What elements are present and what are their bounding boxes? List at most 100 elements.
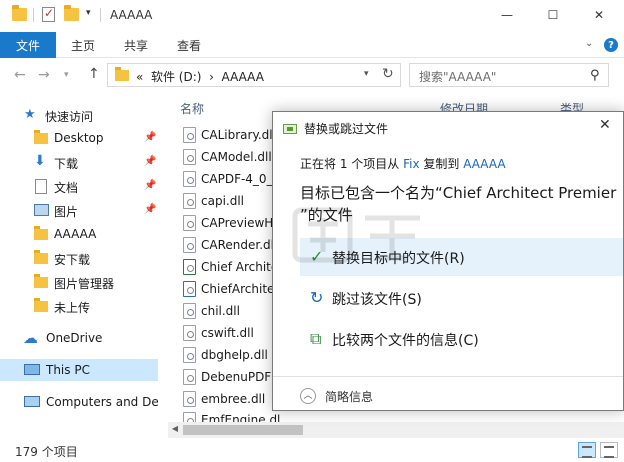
refresh-icon[interactable]: ↻ — [382, 66, 394, 82]
sidebar-item-pictures[interactable]: 图片 📌 — [0, 199, 158, 221]
copy-text: 正在将 1 个项目从 — [300, 157, 404, 171]
sidebar-item-onedrive[interactable]: ☁ OneDrive — [0, 327, 158, 349]
star-icon: ★ — [24, 107, 36, 122]
folder-icon — [34, 274, 48, 288]
check-icon: ✓ — [310, 247, 324, 266]
qat-dropdown-icon[interactable]: ▾ — [86, 8, 91, 18]
dll-file-icon — [183, 303, 196, 319]
tab-file[interactable]: 文件 — [0, 32, 56, 58]
sidebar-item-label: 快速访问 — [45, 110, 94, 124]
pin-icon[interactable]: 📌 — [144, 132, 156, 143]
breadcrumb-folder[interactable]: AAAAA — [222, 70, 264, 84]
file-name: capi.dll — [201, 194, 245, 208]
maximize-button[interactable]: ☐ — [530, 0, 576, 30]
pin-icon[interactable]: 📌 — [144, 180, 156, 191]
replace-file-option[interactable]: ✓ 替换目标中的文件(R) — [300, 238, 623, 276]
minimize-button[interactable]: — — [484, 0, 530, 30]
compare-files-option[interactable]: ⧉ 比较两个文件的信息(C) — [300, 320, 623, 358]
dll-file-icon — [183, 171, 196, 187]
skip-file-option[interactable]: ↻ 跳过该文件(S) — [300, 279, 623, 317]
replace-or-skip-dialog: 替换或跳过文件 ✕ 正在将 1 个项目从 Fix 复制到 AAAAA 目标已包含… — [272, 111, 624, 411]
folder-icon — [12, 5, 27, 21]
address-dropdown-icon[interactable]: ▾ — [364, 69, 369, 79]
compare-icon: ⧉ — [310, 329, 322, 348]
new-folder-icon[interactable] — [64, 5, 79, 21]
folder-icon — [34, 250, 48, 264]
chevron-up-icon[interactable]: ︿ — [300, 388, 316, 404]
cloud-icon: ☁ — [23, 329, 38, 347]
sidebar-item-downloads[interactable]: ⬇ 下载 📌 — [0, 151, 158, 173]
dll-file-icon — [183, 149, 196, 165]
destination-folder-link[interactable]: AAAAA — [463, 157, 505, 171]
properties-icon[interactable] — [42, 6, 55, 22]
computer-icon — [24, 364, 40, 375]
ribbon-expand-icon[interactable]: ⌄ — [585, 38, 593, 49]
tab-share[interactable]: 共享 — [124, 37, 148, 54]
pin-icon[interactable]: 📌 — [144, 204, 156, 215]
recent-locations-icon[interactable]: ▾ — [64, 70, 69, 80]
file-name: CAPDF-4_0_0 — [201, 172, 281, 186]
breadcrumb-separator[interactable]: › — [209, 70, 214, 84]
breadcrumb-drive[interactable]: 软件 (D:) — [151, 70, 201, 84]
folder-icon — [34, 130, 48, 144]
file-name: CALibrary.dll — [201, 128, 276, 142]
status-bar: 179 个项目 — [0, 438, 624, 462]
sidebar-item-desktop[interactable]: Desktop 📌 — [0, 127, 158, 149]
qat-separator — [100, 8, 101, 22]
back-arrow-icon[interactable]: ← — [14, 67, 26, 83]
skip-icon: ↻ — [310, 288, 324, 307]
sidebar-item-quick-access[interactable]: ★ 快速访问 — [0, 104, 158, 126]
column-header-name[interactable]: 名称 — [180, 100, 204, 117]
horizontal-scrollbar[interactable]: ◀ — [168, 422, 624, 438]
item-count: 179 个项目 — [15, 445, 78, 459]
source-folder-link[interactable]: Fix — [403, 157, 419, 171]
option-label: 替换目标中的文件(R) — [332, 251, 465, 267]
dialog-close-button[interactable]: ✕ — [599, 117, 611, 133]
less-details-button[interactable]: 简略信息 — [325, 388, 373, 405]
tab-home[interactable]: 主页 — [71, 37, 95, 54]
picture-icon — [34, 204, 49, 216]
help-icon[interactable]: ? — [604, 38, 618, 52]
pin-icon[interactable]: 📌 — [144, 156, 156, 167]
sidebar-item-network[interactable]: Computers and Dev — [0, 391, 158, 413]
up-arrow-icon[interactable]: ↑ — [88, 66, 100, 82]
scrollbar-thumb[interactable] — [183, 425, 303, 435]
dialog-heading-continued: ”的文件 — [300, 206, 353, 224]
sidebar-item-label: 图片 — [54, 205, 79, 219]
document-icon — [35, 179, 47, 194]
file-name: DebenuPDFL — [201, 370, 278, 384]
folder-icon — [34, 298, 48, 312]
window-title: AAAAA — [110, 8, 153, 22]
dll-file-icon — [183, 391, 196, 407]
sidebar-item-this-pc[interactable]: This PC — [0, 359, 158, 381]
file-name: CAPreviewHa — [201, 216, 281, 230]
tab-view[interactable]: 查看 — [177, 37, 201, 54]
sidebar-item-anxz[interactable]: 安下载 — [0, 247, 158, 269]
dll-file-icon — [183, 127, 196, 143]
sidebar-item-not-uploaded[interactable]: 未上传 — [0, 295, 158, 317]
search-icon: ⚲ — [590, 68, 600, 83]
details-view-icon[interactable] — [578, 442, 596, 458]
config-file-icon — [183, 281, 196, 297]
forward-arrow-icon[interactable]: → — [38, 67, 50, 83]
sidebar-item-aaaaa[interactable]: AAAAA — [0, 223, 158, 245]
close-button[interactable]: ✕ — [576, 0, 622, 30]
ribbon: 文件 主页 共享 查看 ⌄ ? — [0, 32, 624, 58]
sidebar-item-documents[interactable]: 文档 📌 — [0, 175, 158, 197]
address-bar[interactable]: « 软件 (D:) › AAAAA ▾ ↻ — [107, 63, 401, 87]
network-icon — [24, 396, 40, 407]
breadcrumb-overflow[interactable]: « — [136, 70, 143, 84]
search-input[interactable]: 搜索"AAAAA" ⚲ — [409, 63, 609, 87]
folder-icon — [115, 67, 129, 81]
scroll-left-icon[interactable]: ◀ — [168, 424, 182, 433]
large-icons-view-icon[interactable] — [600, 442, 618, 458]
copy-text: 复制到 — [419, 157, 464, 171]
navigation-pane: ★ 快速访问 Desktop 📌 ⬇ 下载 📌 文档 📌 图片 📌 AAAAA … — [0, 96, 158, 430]
file-name: Chief Archite — [201, 260, 279, 274]
file-name: ChiefArchitec — [201, 282, 282, 296]
file-name: CAModel.dll — [201, 150, 272, 164]
sidebar-item-picture-manager[interactable]: 图片管理器 — [0, 271, 158, 293]
file-name: dbghelp.dll — [201, 348, 268, 362]
dll-file-icon — [183, 215, 196, 231]
sidebar-item-label: 下载 — [54, 157, 79, 171]
